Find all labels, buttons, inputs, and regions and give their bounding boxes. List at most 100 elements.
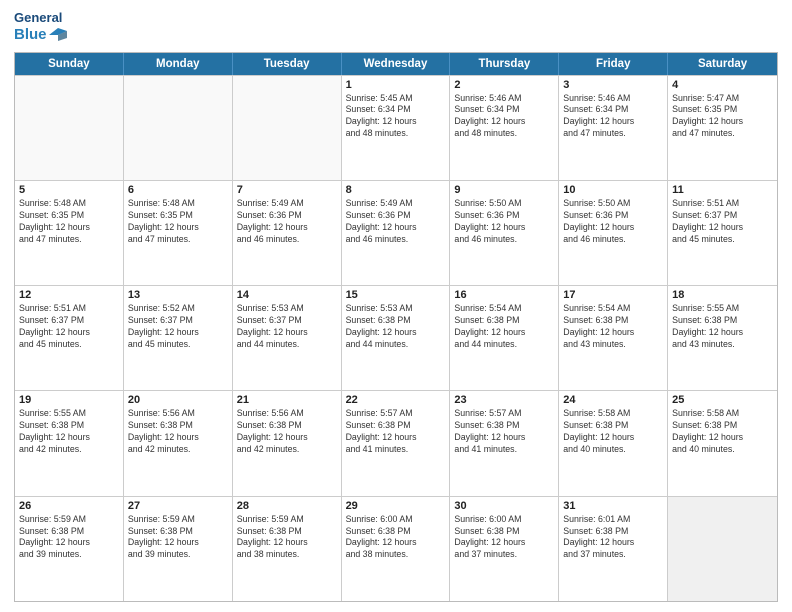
day-number: 4 [672,79,773,91]
cell-daylight-info: Sunrise: 5:46 AM Sunset: 6:34 PM Dayligh… [454,93,554,141]
logo-bird-icon [49,28,67,42]
cell-daylight-info: Sunrise: 5:51 AM Sunset: 6:37 PM Dayligh… [19,303,119,351]
day-number: 12 [19,289,119,301]
calendar-cell: 9 Sunrise: 5:50 AM Sunset: 6:36 PM Daylig… [450,181,559,285]
logo: General Blue [14,10,67,44]
calendar-cell: 11 Sunrise: 5:51 AM Sunset: 6:37 PM Dayli… [668,181,777,285]
cell-daylight-info: Sunrise: 5:56 AM Sunset: 6:38 PM Dayligh… [128,408,228,456]
day-number: 13 [128,289,228,301]
calendar-cell: 21 Sunrise: 5:56 AM Sunset: 6:38 PM Dayli… [233,391,342,495]
day-number: 30 [454,500,554,512]
calendar-cell: 14 Sunrise: 5:53 AM Sunset: 6:37 PM Dayli… [233,286,342,390]
calendar-cell: 18 Sunrise: 5:55 AM Sunset: 6:38 PM Dayli… [668,286,777,390]
calendar-cell [668,497,777,601]
cell-daylight-info: Sunrise: 5:53 AM Sunset: 6:38 PM Dayligh… [346,303,446,351]
day-number: 25 [672,394,773,406]
day-number: 14 [237,289,337,301]
weekday-header: Sunday [15,53,124,75]
day-number: 2 [454,79,554,91]
day-number: 9 [454,184,554,196]
day-number: 18 [672,289,773,301]
cell-daylight-info: Sunrise: 5:58 AM Sunset: 6:38 PM Dayligh… [672,408,773,456]
cell-daylight-info: Sunrise: 5:56 AM Sunset: 6:38 PM Dayligh… [237,408,337,456]
cell-daylight-info: Sunrise: 5:50 AM Sunset: 6:36 PM Dayligh… [454,198,554,246]
day-number: 19 [19,394,119,406]
calendar-cell: 8 Sunrise: 5:49 AM Sunset: 6:36 PM Daylig… [342,181,451,285]
cell-daylight-info: Sunrise: 5:47 AM Sunset: 6:35 PM Dayligh… [672,93,773,141]
calendar-cell: 12 Sunrise: 5:51 AM Sunset: 6:37 PM Dayli… [15,286,124,390]
calendar-cell: 6Sunrise: 5:48 AM Sunset: 6:35 PM Daylig… [124,181,233,285]
day-number: 10 [563,184,663,196]
calendar-row: 26Sunrise: 5:59 AM Sunset: 6:38 PM Dayli… [15,496,777,601]
logo-text: General Blue [14,10,67,44]
calendar-body: 1Sunrise: 5:45 AM Sunset: 6:34 PM Daylig… [15,75,777,601]
day-number: 24 [563,394,663,406]
day-number: 21 [237,394,337,406]
calendar-cell: 30 Sunrise: 6:00 AM Sunset: 6:38 PM Dayli… [450,497,559,601]
calendar-cell: 4 Sunrise: 5:47 AM Sunset: 6:35 PM Daylig… [668,76,777,180]
calendar-row: 1Sunrise: 5:45 AM Sunset: 6:34 PM Daylig… [15,75,777,180]
cell-daylight-info: Sunrise: 5:55 AM Sunset: 6:38 PM Dayligh… [19,408,119,456]
cell-daylight-info: Sunrise: 5:57 AM Sunset: 6:38 PM Dayligh… [346,408,446,456]
calendar-cell: 19 Sunrise: 5:55 AM Sunset: 6:38 PM Dayli… [15,391,124,495]
cell-daylight-info: Sunrise: 5:54 AM Sunset: 6:38 PM Dayligh… [563,303,663,351]
calendar-cell: 17 Sunrise: 5:54 AM Sunset: 6:38 PM Dayli… [559,286,668,390]
weekday-header: Monday [124,53,233,75]
calendar-cell: 29 Sunrise: 6:00 AM Sunset: 6:38 PM Dayli… [342,497,451,601]
day-number: 23 [454,394,554,406]
calendar-cell: 15 Sunrise: 5:53 AM Sunset: 6:38 PM Dayli… [342,286,451,390]
calendar-cell: 27 Sunrise: 5:59 AM Sunset: 6:38 PM Dayli… [124,497,233,601]
page-header: General Blue [14,10,778,44]
day-number: 7 [237,184,337,196]
day-number: 29 [346,500,446,512]
calendar-cell: 5 Sunrise: 5:48 AM Sunset: 6:35 PM Daylig… [15,181,124,285]
calendar-row: 19 Sunrise: 5:55 AM Sunset: 6:38 PM Dayli… [15,390,777,495]
calendar-cell: 10 Sunrise: 5:50 AM Sunset: 6:36 PM Dayli… [559,181,668,285]
weekday-header: Saturday [668,53,777,75]
calendar-cell: 13 Sunrise: 5:52 AM Sunset: 6:37 PM Dayli… [124,286,233,390]
calendar: SundayMondayTuesdayWednesdayThursdayFrid… [14,52,778,602]
calendar-cell: 25 Sunrise: 5:58 AM Sunset: 6:38 PM Dayli… [668,391,777,495]
cell-daylight-info: Sunrise: 6:00 AM Sunset: 6:38 PM Dayligh… [454,514,554,562]
day-number: 1 [346,79,446,91]
cell-daylight-info: Sunrise: 5:57 AM Sunset: 6:38 PM Dayligh… [454,408,554,456]
calendar-row: 12 Sunrise: 5:51 AM Sunset: 6:37 PM Dayli… [15,285,777,390]
calendar-cell: 1Sunrise: 5:45 AM Sunset: 6:34 PM Daylig… [342,76,451,180]
calendar-cell [15,76,124,180]
cell-daylight-info: Sunrise: 6:01 AM Sunset: 6:38 PM Dayligh… [563,514,663,562]
calendar-cell: 3Sunrise: 5:46 AM Sunset: 6:34 PM Daylig… [559,76,668,180]
weekday-header: Wednesday [342,53,451,75]
day-number: 15 [346,289,446,301]
calendar-header: SundayMondayTuesdayWednesdayThursdayFrid… [15,53,777,75]
weekday-header: Thursday [450,53,559,75]
day-number: 16 [454,289,554,301]
day-number: 3 [563,79,663,91]
calendar-cell: 26Sunrise: 5:59 AM Sunset: 6:38 PM Dayli… [15,497,124,601]
day-number: 28 [237,500,337,512]
cell-daylight-info: Sunrise: 5:51 AM Sunset: 6:37 PM Dayligh… [672,198,773,246]
cell-daylight-info: Sunrise: 5:49 AM Sunset: 6:36 PM Dayligh… [346,198,446,246]
calendar-row: 5 Sunrise: 5:48 AM Sunset: 6:35 PM Daylig… [15,180,777,285]
cell-daylight-info: Sunrise: 6:00 AM Sunset: 6:38 PM Dayligh… [346,514,446,562]
day-number: 27 [128,500,228,512]
day-number: 8 [346,184,446,196]
weekday-header: Friday [559,53,668,75]
day-number: 5 [19,184,119,196]
day-number: 17 [563,289,663,301]
calendar-cell [124,76,233,180]
day-number: 11 [672,184,773,196]
cell-daylight-info: Sunrise: 5:53 AM Sunset: 6:37 PM Dayligh… [237,303,337,351]
calendar-cell: 22Sunrise: 5:57 AM Sunset: 6:38 PM Dayli… [342,391,451,495]
cell-daylight-info: Sunrise: 5:59 AM Sunset: 6:38 PM Dayligh… [128,514,228,562]
cell-daylight-info: Sunrise: 5:50 AM Sunset: 6:36 PM Dayligh… [563,198,663,246]
calendar-cell: 16Sunrise: 5:54 AM Sunset: 6:38 PM Dayli… [450,286,559,390]
cell-daylight-info: Sunrise: 5:59 AM Sunset: 6:38 PM Dayligh… [237,514,337,562]
calendar-cell: 2 Sunrise: 5:46 AM Sunset: 6:34 PM Daylig… [450,76,559,180]
calendar-cell: 23 Sunrise: 5:57 AM Sunset: 6:38 PM Dayli… [450,391,559,495]
cell-daylight-info: Sunrise: 5:55 AM Sunset: 6:38 PM Dayligh… [672,303,773,351]
calendar-cell: 20Sunrise: 5:56 AM Sunset: 6:38 PM Dayli… [124,391,233,495]
calendar-cell [233,76,342,180]
cell-daylight-info: Sunrise: 5:52 AM Sunset: 6:37 PM Dayligh… [128,303,228,351]
calendar-cell: 28 Sunrise: 5:59 AM Sunset: 6:38 PM Dayli… [233,497,342,601]
cell-daylight-info: Sunrise: 5:48 AM Sunset: 6:35 PM Dayligh… [19,198,119,246]
